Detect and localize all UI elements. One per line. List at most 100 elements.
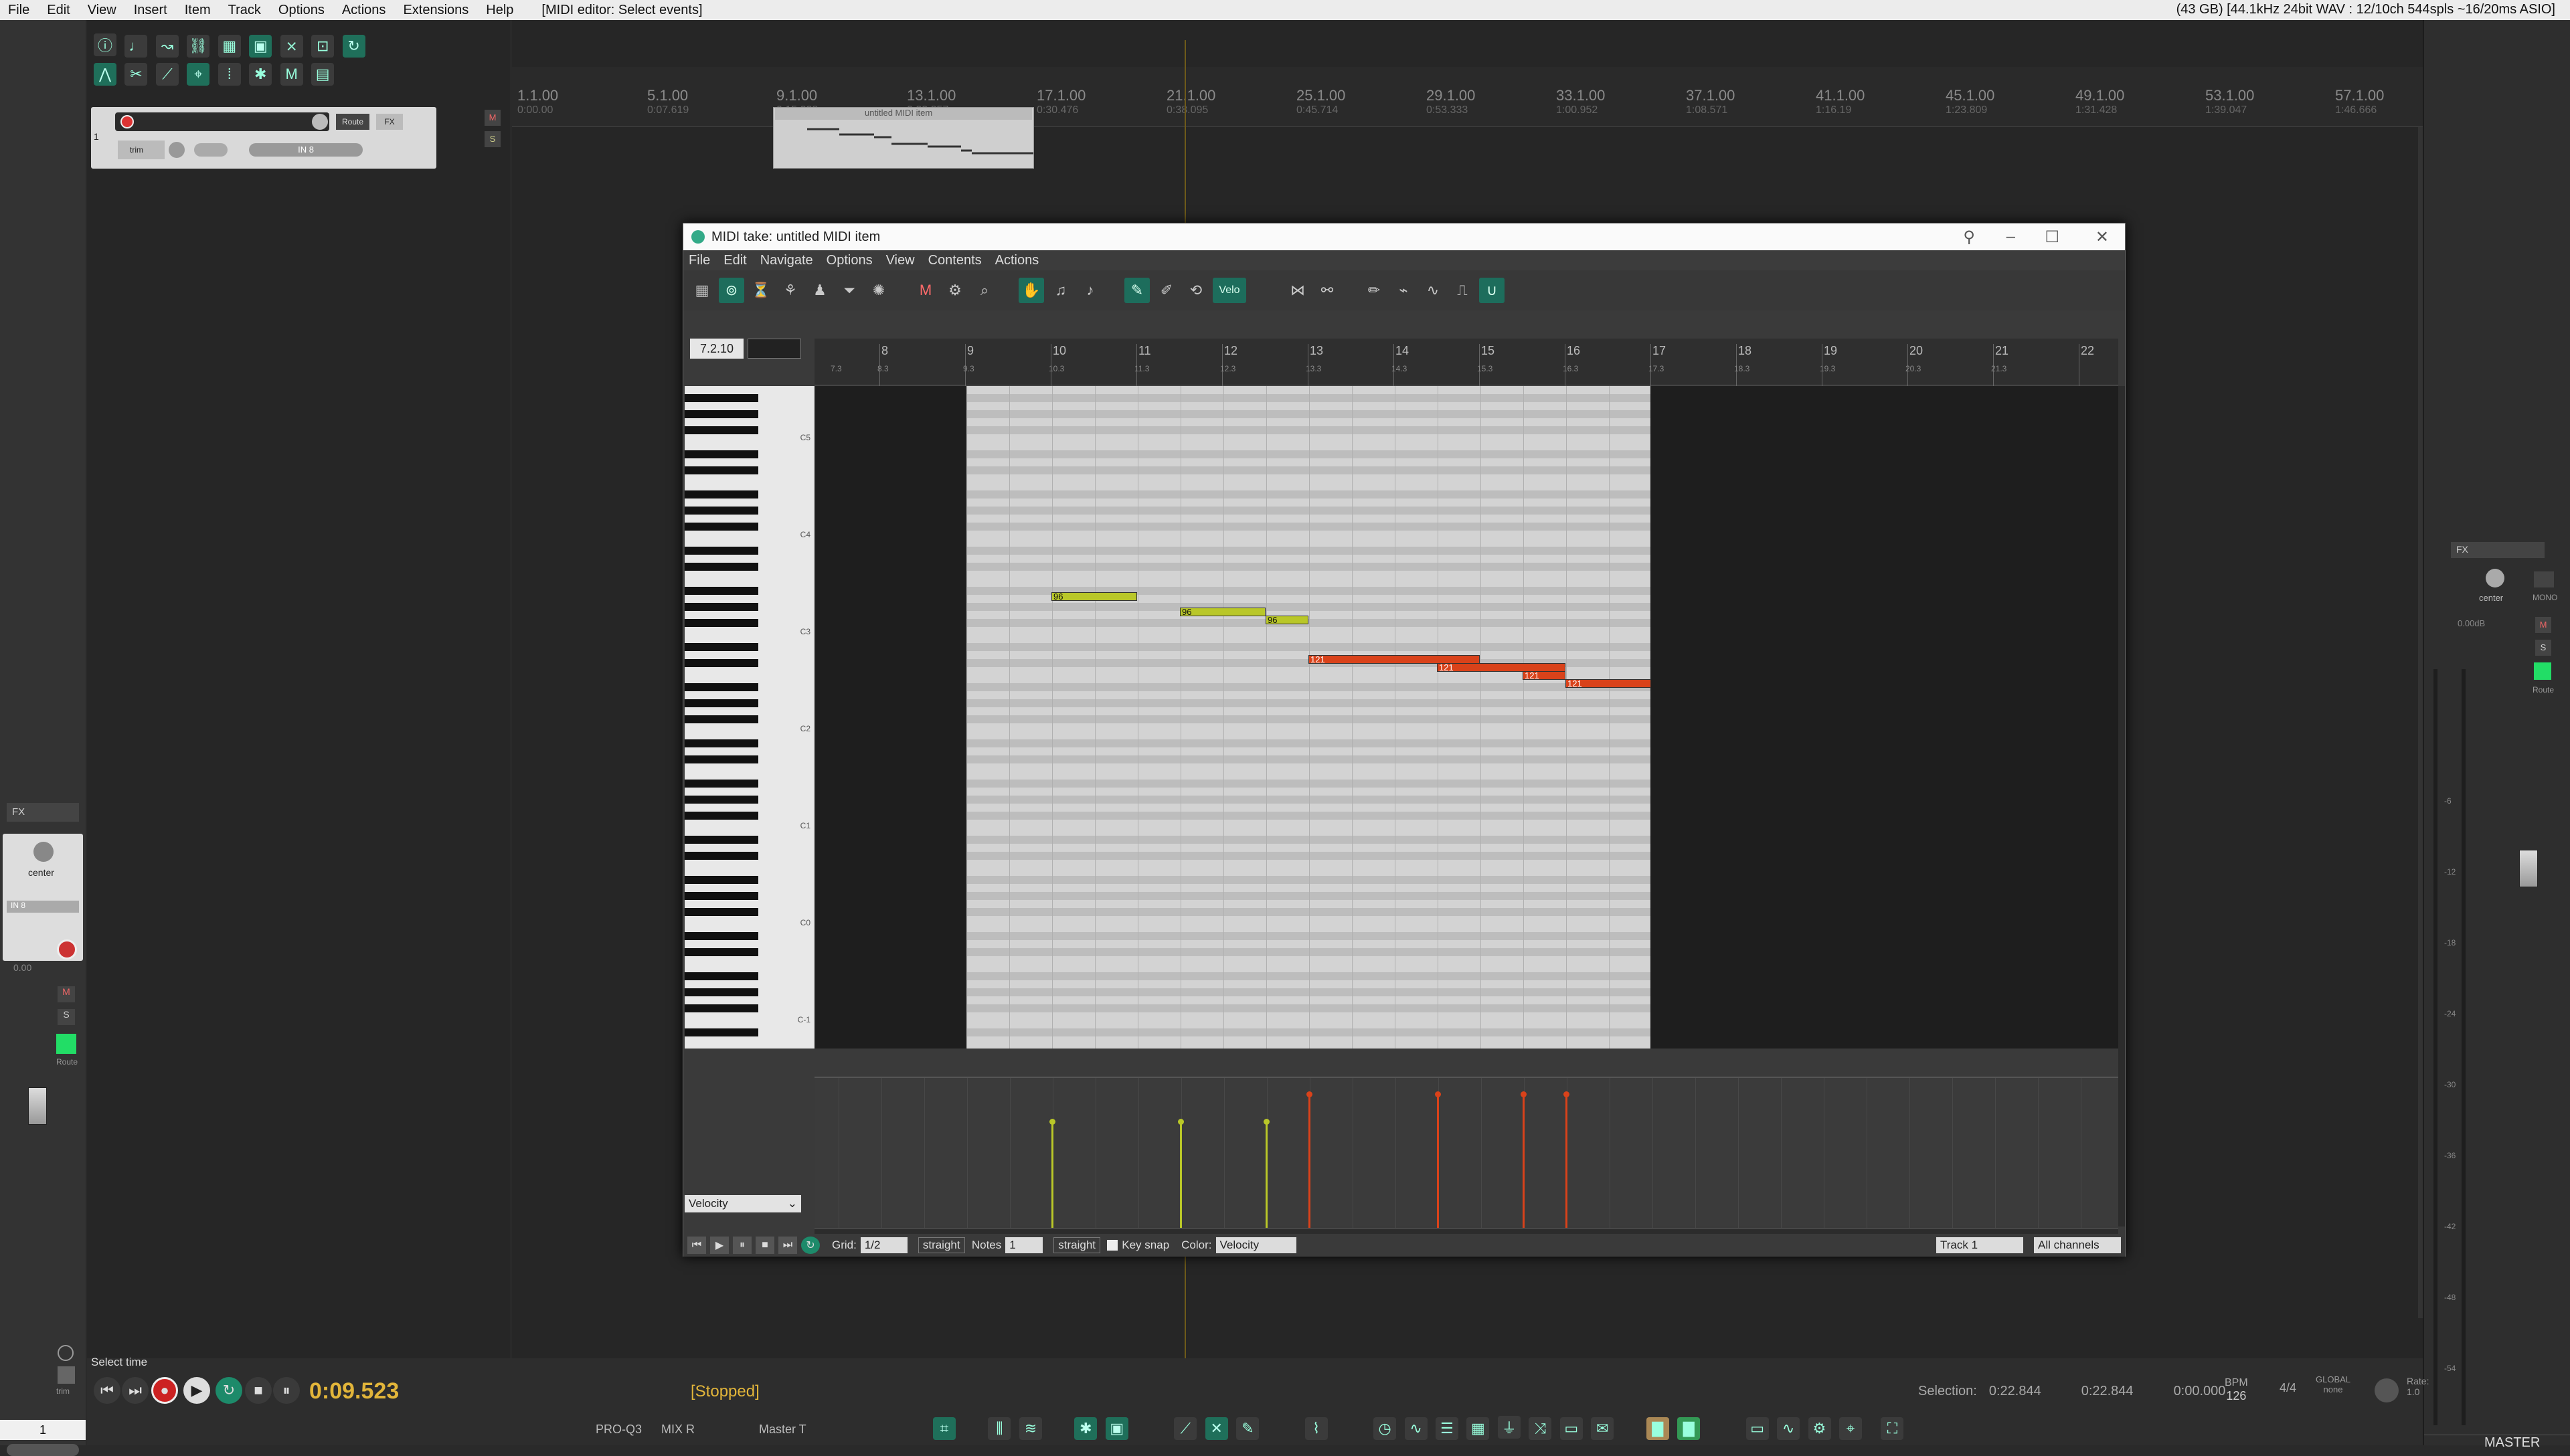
track-mute-button[interactable]: M — [58, 986, 75, 1002]
record-button[interactable]: ● — [151, 1377, 178, 1404]
mixer-icon[interactable]: ⫼ — [988, 1417, 1011, 1440]
go-start-icon[interactable]: ⏮ — [687, 1237, 706, 1254]
auto-crossfade-icon[interactable]: ⋀ — [94, 63, 116, 86]
black-key[interactable] — [685, 683, 758, 691]
black-key[interactable] — [685, 426, 758, 434]
pointer-group-icon[interactable]: ⌖ — [187, 63, 210, 86]
quantize-icon[interactable]: ♟ — [807, 278, 833, 303]
marker-icon[interactable]: ✱ — [249, 63, 272, 86]
envelope-icon[interactable]: ⟋ — [155, 63, 179, 86]
ripple-icon[interactable]: ↝ — [155, 35, 179, 58]
midi-menu-file[interactable]: File — [689, 253, 710, 268]
black-key[interactable] — [685, 643, 758, 651]
black-key[interactable] — [685, 812, 758, 820]
master-solo-button[interactable]: S — [2535, 640, 2551, 656]
black-key[interactable] — [685, 699, 758, 707]
black-key[interactable] — [685, 715, 758, 723]
black-key[interactable] — [685, 780, 758, 788]
black-key[interactable] — [685, 410, 758, 418]
strip-scrollbar[interactable] — [7, 1444, 79, 1456]
glue-icon[interactable]: ⚯ — [1314, 278, 1340, 303]
midi-note[interactable]: 121 — [1523, 671, 1565, 680]
repeat-icon[interactable]: ↻ — [801, 1237, 820, 1254]
midi-icon[interactable]: M — [280, 63, 303, 86]
dock-tab-mastert[interactable]: Master T — [759, 1423, 806, 1437]
midi-menu-options[interactable]: Options — [827, 253, 873, 268]
menu-edit[interactable]: Edit — [47, 3, 70, 18]
crop-icon[interactable]: ⛶ — [1881, 1417, 1904, 1440]
color-icon[interactable]: ▇ — [1646, 1417, 1669, 1440]
draw-icon[interactable]: ✐ — [1154, 278, 1179, 303]
cc-shape-icon[interactable]: ∿ — [1420, 278, 1446, 303]
info-icon[interactable]: ⓘ — [94, 33, 116, 56]
play-button[interactable]: ▶ — [183, 1377, 210, 1404]
trim-icon[interactable] — [58, 1366, 75, 1384]
dots-icon[interactable]: ⁞ — [218, 63, 241, 86]
repeat-button[interactable]: ↻ — [216, 1377, 242, 1404]
midi-ruler[interactable]: 7.3 8 8.3 9 9.3 10 10.3 11 11.3 12 12.3 13 13.… — [815, 339, 2118, 387]
mute-button[interactable]: M — [485, 110, 501, 126]
menu-track[interactable]: Track — [228, 3, 261, 18]
step-input-icon[interactable]: ⚘ — [778, 278, 803, 303]
cut-tool-icon[interactable]: ✕ — [1205, 1417, 1228, 1440]
input-select[interactable]: IN 8 — [249, 143, 363, 157]
wave-icon[interactable]: ∿ — [1404, 1417, 1428, 1440]
link-icon[interactable]: ⛓ — [187, 35, 210, 58]
color-select[interactable]: Velocity — [1215, 1237, 1296, 1253]
brush-icon[interactable]: ⌁ — [1391, 278, 1416, 303]
selection-start[interactable]: 0:22.844 — [1989, 1384, 2041, 1399]
stop-icon[interactable]: ■ — [756, 1237, 774, 1254]
velocity-lane[interactable] — [815, 1077, 2118, 1228]
velocity-stem[interactable] — [1435, 1091, 1441, 1228]
black-key[interactable] — [685, 796, 758, 804]
pan-knob[interactable] — [33, 842, 54, 862]
black-key[interactable] — [685, 619, 758, 627]
table-icon[interactable]: ▦ — [1466, 1417, 1490, 1440]
track-solo-button[interactable]: S — [58, 1009, 75, 1025]
envelope-tool-icon[interactable]: ⟋ — [1174, 1417, 1197, 1440]
pencil-icon[interactable]: ✏ — [1361, 278, 1387, 303]
fx-button[interactable]: FX — [376, 114, 403, 130]
mono-button[interactable] — [2534, 571, 2554, 587]
velocity-stem[interactable] — [1563, 1091, 1569, 1228]
go-end-icon[interactable]: ⏭ — [778, 1237, 797, 1254]
route-matrix-icon[interactable]: ⤨ — [1529, 1417, 1552, 1440]
menu-view[interactable]: View — [88, 3, 116, 18]
folder-icon[interactable]: ▤ — [311, 63, 335, 86]
black-key[interactable] — [685, 587, 758, 595]
track-1-header[interactable]: 1 Route FX trim IN 8 M S — [91, 107, 501, 169]
master-mute-button[interactable]: M — [2535, 617, 2551, 633]
split-icon[interactable]: ⋈ — [1285, 278, 1310, 303]
screenset-icon[interactable]: ⌗ — [933, 1417, 956, 1440]
black-key[interactable] — [685, 490, 758, 498]
black-key[interactable] — [685, 852, 758, 860]
go-start-button[interactable]: ⏮ — [94, 1377, 120, 1404]
pan-knob[interactable] — [169, 142, 185, 158]
black-key[interactable] — [685, 948, 758, 956]
snap-icon[interactable]: ⊚ — [719, 278, 744, 303]
keysnap-checkbox[interactable] — [1107, 1240, 1118, 1251]
scale-icon[interactable]: ♫ — [1048, 278, 1074, 303]
track-select[interactable]: Track 1 — [1936, 1237, 2023, 1253]
black-key[interactable] — [685, 1004, 758, 1012]
black-key[interactable] — [685, 394, 758, 402]
stop-button[interactable]: ■ — [245, 1377, 272, 1404]
master-route-icon[interactable] — [2534, 662, 2551, 680]
note-vscroll[interactable] — [2118, 386, 2125, 1226]
black-key[interactable] — [685, 547, 758, 555]
clock-icon[interactable]: ◷ — [1373, 1417, 1397, 1440]
black-key[interactable] — [685, 908, 758, 916]
black-key[interactable] — [685, 972, 758, 980]
render-icon[interactable]: ⚙ — [1808, 1417, 1831, 1440]
velocity-stem[interactable] — [1306, 1091, 1312, 1228]
selection-length[interactable]: 0:00.000 — [2174, 1384, 2226, 1399]
chat-icon[interactable]: ✉ — [1591, 1417, 1614, 1440]
bpm-display[interactable]: BPM 126 — [2225, 1377, 2248, 1403]
midi-record-icon[interactable]: M — [913, 278, 938, 303]
notes-select[interactable]: 1 — [1005, 1237, 1043, 1253]
playrate-knob[interactable] — [2375, 1378, 2399, 1402]
velocity-stem[interactable] — [1521, 1091, 1527, 1228]
grid-toggle-icon[interactable]: ▦ — [218, 35, 241, 58]
edit-cursor-position[interactable]: 7.2.10 — [690, 339, 744, 359]
black-key[interactable] — [685, 507, 758, 515]
